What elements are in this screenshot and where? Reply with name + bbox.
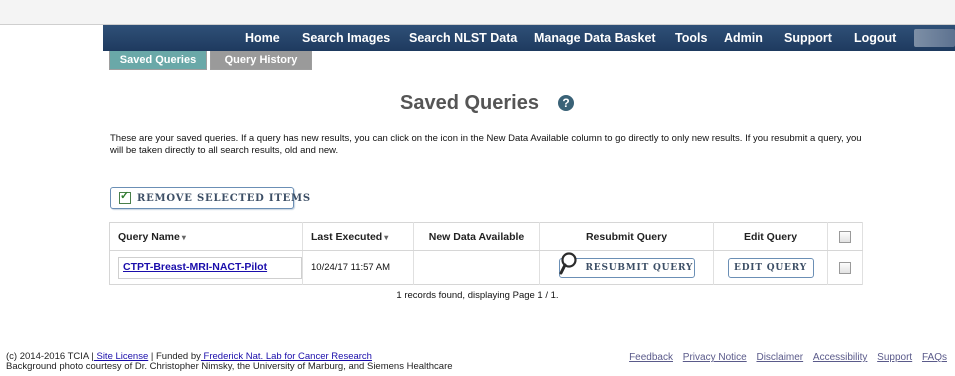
footer-support-link[interactable]: Support	[877, 352, 912, 363]
main-navbar: Home Search Images Search NLST Data Mana…	[103, 25, 955, 51]
records-info: 1 records found, displaying Page 1 / 1.	[396, 290, 559, 301]
table-header-row: Query Name ▾ Last Executed ▾ New Data Avai…	[109, 222, 863, 251]
nav-support[interactable]: Support	[784, 31, 832, 45]
photo-credit: Background photo courtesy of Dr. Christo…	[6, 361, 453, 372]
cell-last-executed: 10/24/17 11:57 AM	[302, 250, 414, 285]
edit-label: EDIT QUERY	[734, 262, 807, 273]
cell-resubmit: RESUBMIT QUERY	[539, 250, 714, 285]
remove-selected-label: REMOVE SELECTED ITEMS	[137, 193, 311, 204]
resubmit-label: RESUBMIT QUERY	[585, 262, 694, 273]
footer-copyright: (c) 2014-2016 TCIA | Site License | Fund…	[6, 351, 453, 372]
nav-logout[interactable]: Logout	[854, 31, 896, 45]
nav-tools[interactable]: Tools	[675, 31, 707, 45]
footer-links: Feedback Privacy Notice Disclaimer Acces…	[622, 352, 947, 363]
footer-privacy-link[interactable]: Privacy Notice	[683, 352, 747, 363]
select-all-checkbox[interactable]	[839, 230, 851, 243]
sort-icon[interactable]: ▾	[182, 233, 186, 242]
cell-edit: EDIT QUERY	[713, 250, 828, 285]
header-last-executed[interactable]: Last Executed ▾	[302, 222, 414, 251]
header-edit: Edit Query	[713, 222, 828, 251]
row-select-checkbox[interactable]	[839, 261, 851, 274]
table-row: CTPT-Breast-MRI-NACT-Pilot 10/24/17 11:5…	[109, 250, 863, 285]
nav-user-area[interactable]	[914, 29, 955, 47]
footer-faqs-link[interactable]: FAQs	[922, 352, 947, 363]
magnifier-icon	[559, 251, 577, 274]
edit-query-button[interactable]: EDIT QUERY	[727, 257, 814, 278]
nav-search-images[interactable]: Search Images	[302, 31, 390, 45]
tab-saved-queries[interactable]: Saved Queries	[109, 51, 207, 70]
nav-manage-basket[interactable]: Manage Data Basket	[534, 31, 656, 45]
saved-queries-table: Query Name ▾ Last Executed ▾ New Data Avai…	[109, 222, 863, 285]
top-frame	[0, 0, 955, 25]
footer: (c) 2014-2016 TCIA | Site License | Fund…	[0, 335, 955, 376]
header-select-all	[827, 222, 863, 251]
page-title: Saved Queries	[400, 92, 539, 114]
remove-selected-button[interactable]: ✓ REMOVE SELECTED ITEMS	[110, 187, 310, 209]
header-resubmit: Resubmit Query	[539, 222, 714, 251]
nav-search-nlst[interactable]: Search NLST Data	[409, 31, 517, 45]
resubmit-query-button[interactable]: RESUBMIT QUERY	[558, 251, 695, 278]
footer-disclaimer-link[interactable]: Disclaimer	[756, 352, 803, 363]
tab-query-history[interactable]: Query History	[210, 51, 312, 70]
checkbox-icon: ✓	[119, 190, 131, 204]
cell-query-name: CTPT-Breast-MRI-NACT-Pilot	[109, 250, 303, 285]
query-name-link[interactable]: CTPT-Breast-MRI-NACT-Pilot	[123, 261, 267, 273]
help-icon[interactable]: ?	[558, 95, 574, 111]
footer-feedback-link[interactable]: Feedback	[629, 352, 673, 363]
footer-accessibility-link[interactable]: Accessibility	[813, 352, 867, 363]
header-new-data: New Data Available	[413, 222, 540, 251]
sort-icon[interactable]: ▾	[384, 233, 388, 242]
left-margin	[0, 25, 103, 335]
cell-select	[827, 250, 863, 285]
nav-admin[interactable]: Admin	[724, 31, 763, 45]
header-query-name[interactable]: Query Name ▾	[109, 222, 303, 251]
cell-new-data	[413, 250, 540, 285]
nav-home[interactable]: Home	[245, 31, 280, 45]
intro-text: These are your saved queries. If a query…	[110, 133, 862, 156]
